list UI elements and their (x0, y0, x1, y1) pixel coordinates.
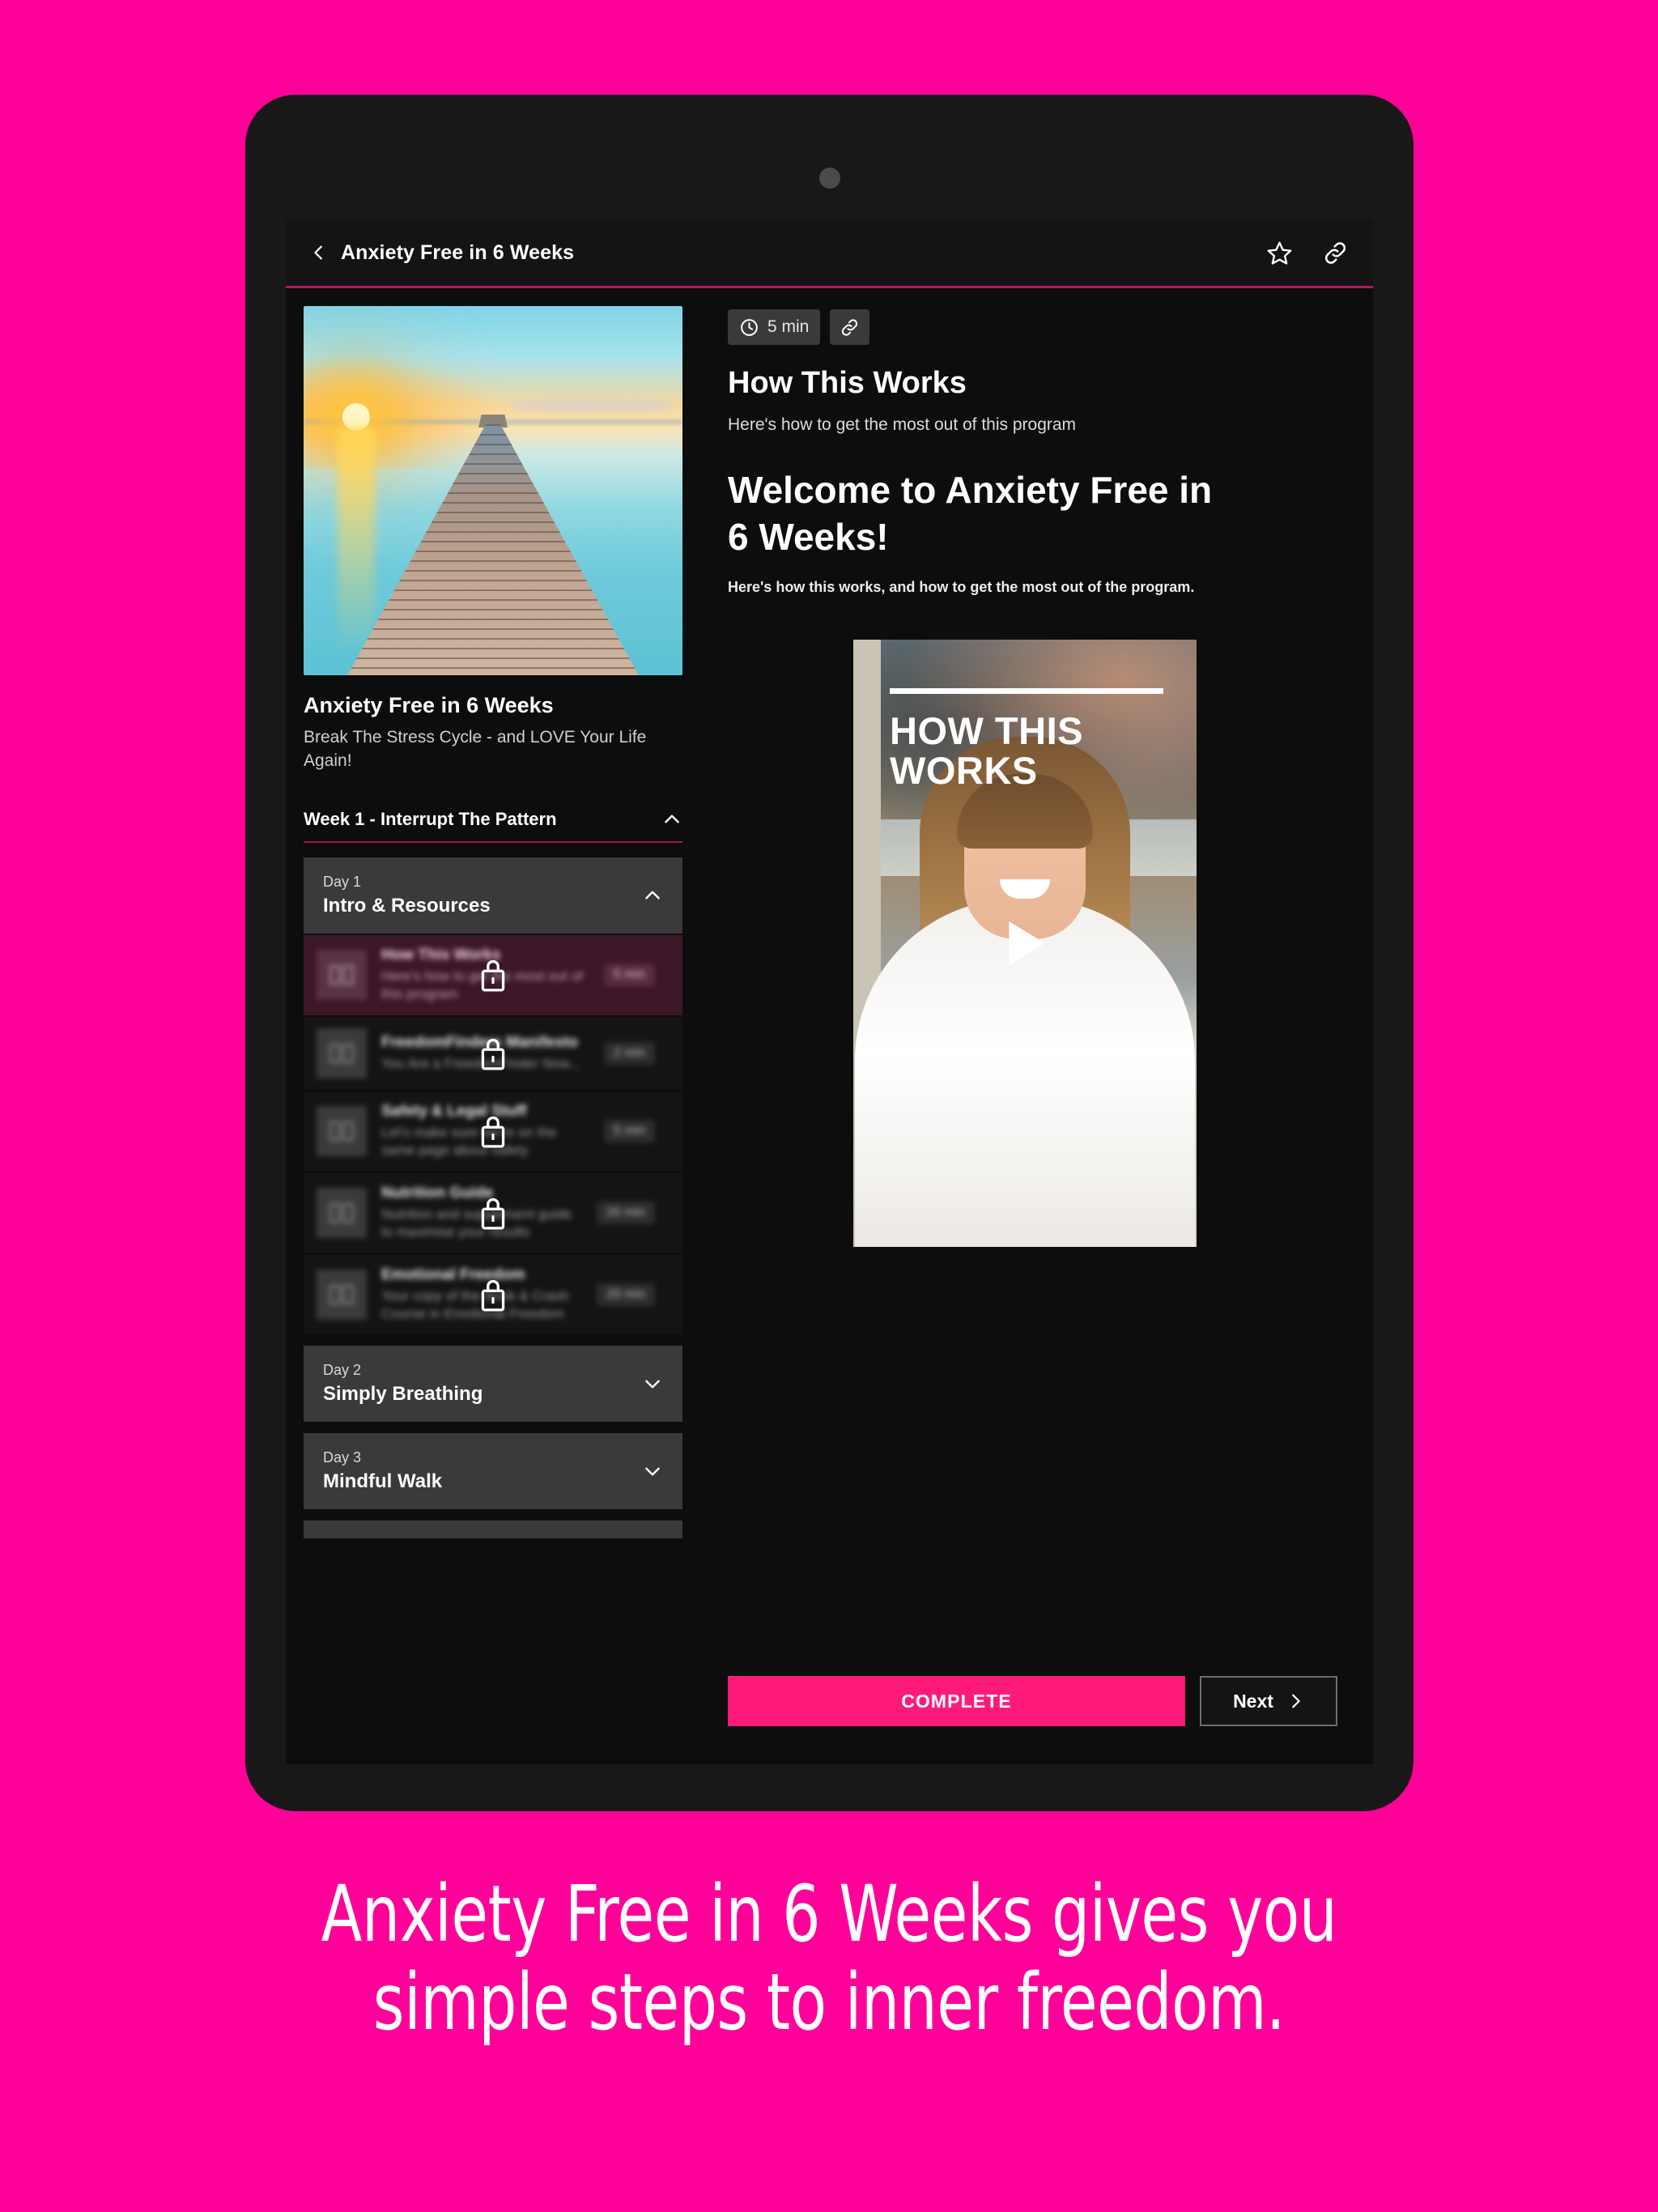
next-button-label: Next (1233, 1690, 1273, 1712)
book-icon (328, 1041, 355, 1066)
chevron-right-icon (1286, 1692, 1304, 1710)
caption-line-1: Anxiety Free in 6 Weeks gives you (321, 1869, 1337, 1959)
lesson-row[interactable]: Safety & Legal Stuff Let's make sure we'… (304, 1091, 682, 1172)
lesson-meta-badges: 5 min (728, 309, 1337, 345)
welcome-subtext: Here's how this works, and how to get th… (728, 578, 1195, 595)
chevron-left-icon[interactable] (310, 244, 328, 262)
lesson-thumbnail (317, 950, 367, 1001)
lesson-heading: How This Works (728, 366, 967, 400)
week-label: Week 1 - Interrupt The Pattern (304, 808, 557, 829)
lesson-subheading: Here's how to get the most out of this p… (728, 415, 1077, 434)
chevron-down-icon[interactable] (642, 1461, 663, 1482)
cloud-band (512, 400, 674, 411)
app-screen: Anxiety Free in 6 Weeks Anxiety Free in … (286, 219, 1373, 1764)
video-title-rule (890, 687, 1163, 694)
lesson-thumbnail (317, 1106, 367, 1157)
book-icon (328, 1201, 355, 1225)
book-icon (328, 1283, 355, 1307)
lesson-row[interactable]: How This Works Here's how to get the mos… (304, 934, 682, 1015)
lesson-main-panel: 5 min How This Works Here's how to get t… (700, 288, 1373, 1762)
lesson-row[interactable]: Nutrition Guide Nutrition and supplement… (304, 1172, 682, 1253)
day-header-text: Day 1 Intro & Resources (323, 874, 491, 917)
complete-button[interactable]: COMPLETE (728, 1676, 1185, 1726)
chevron-up-icon[interactable] (642, 885, 663, 906)
chevron-up-icon[interactable] (661, 809, 682, 830)
sun-reflection (338, 428, 375, 654)
course-subtitle: Break The Stress Cycle - and LOVE Your L… (304, 728, 647, 770)
course-title: Anxiety Free in 6 Weeks (304, 693, 554, 717)
star-outline-icon[interactable] (1266, 240, 1293, 266)
header-title: Anxiety Free in 6 Weeks (341, 240, 575, 264)
tablet-device-frame: Anxiety Free in 6 Weeks Anxiety Free in … (245, 95, 1414, 1811)
lesson-thumbnail (317, 1188, 367, 1239)
lesson-thumbnail (317, 1027, 367, 1078)
lesson-action-bar: COMPLETE Next (728, 1676, 1337, 1726)
caption-line-2: simple steps to inner freedom. (372, 1957, 1286, 2048)
day-header-text: Day 3 Mindful Walk (323, 1449, 442, 1493)
week-accordion-header[interactable]: Week 1 - Interrupt The Pattern (304, 809, 682, 843)
lesson-duration: 20 min (596, 1202, 655, 1225)
lesson-duration: 5 min (603, 1120, 655, 1143)
lesson-row[interactable]: FreedomFinders Manifesto You Are a Freed… (304, 1016, 682, 1090)
day-accordion-header[interactable]: Day 1 Intro & Resources (304, 857, 682, 934)
day-kicker: Day 3 (323, 1449, 362, 1466)
course-hero-image (304, 306, 682, 675)
lesson-duration: 2 min (603, 1041, 655, 1065)
day-accordion-header[interactable]: Day 2 Simply Breathing (304, 1346, 682, 1423)
sun-disc (342, 403, 370, 431)
welcome-heading: Welcome to Anxiety Free in 6 Weeks! (728, 469, 1213, 558)
header-actions (1266, 240, 1349, 266)
lesson-thumbnail (317, 1270, 367, 1320)
duration-badge: 5 min (728, 309, 821, 345)
marketing-caption: Anxiety Free in 6 Weeks gives you simple… (116, 1870, 1541, 2048)
lesson-duration: 5 min (603, 963, 655, 987)
next-button[interactable]: Next (1200, 1676, 1337, 1726)
header-left-group: Anxiety Free in 6 Weeks (310, 241, 574, 265)
day-name: Intro & Resources (323, 894, 491, 917)
next-day-accordion-partial[interactable] (304, 1521, 682, 1539)
day-kicker: Day 1 (323, 873, 362, 890)
duration-label: 5 min (767, 317, 810, 336)
app-header: Anxiety Free in 6 Weeks (286, 219, 1373, 288)
content-split: Anxiety Free in 6 Weeks Break The Stress… (286, 288, 1373, 1762)
course-sidebar: Anxiety Free in 6 Weeks Break The Stress… (286, 288, 700, 1762)
lesson-row[interactable]: Emotional Freedom Your copy of the Book … (304, 1254, 682, 1335)
lesson-duration: 20 min (596, 1283, 655, 1306)
chevron-down-icon[interactable] (642, 1373, 663, 1394)
day-header-text: Day 2 Simply Breathing (323, 1362, 483, 1406)
lesson-video-player[interactable]: HOW THIS WORKS (853, 639, 1197, 1247)
day-name: Simply Breathing (323, 1383, 483, 1406)
copy-link-badge[interactable] (830, 309, 870, 345)
video-overlay-title: HOW THIS WORKS (890, 708, 1083, 793)
day-accordion-header[interactable]: Day 3 Mindful Walk (304, 1433, 682, 1510)
day-name: Mindful Walk (323, 1470, 443, 1493)
clock-icon (739, 317, 759, 338)
book-icon (328, 1119, 355, 1143)
link-icon[interactable] (840, 317, 860, 338)
book-icon (328, 963, 355, 987)
link-icon[interactable] (1322, 240, 1349, 266)
day-kicker: Day 2 (323, 1362, 362, 1379)
front-camera-dot (818, 168, 840, 189)
